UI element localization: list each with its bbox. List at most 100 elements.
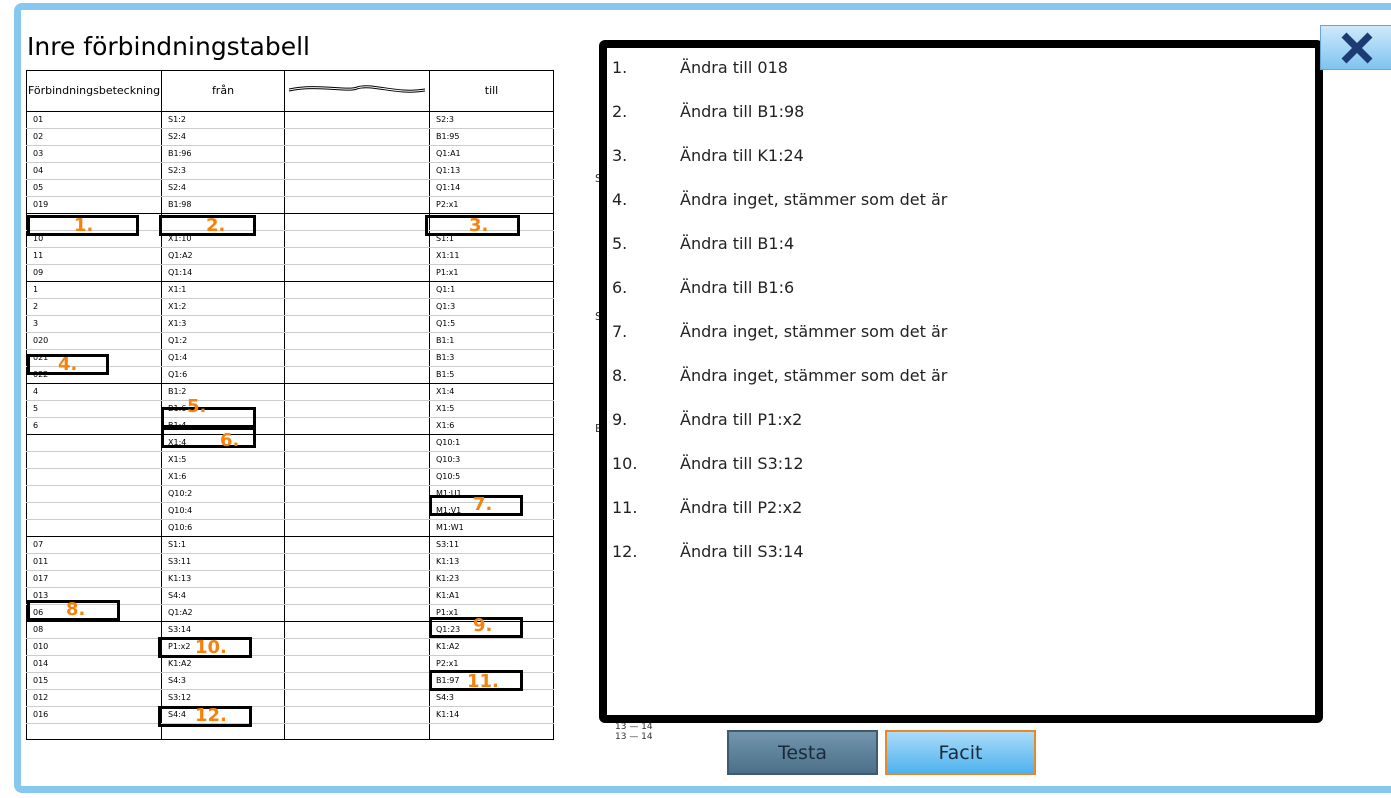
- answer-item: 1. Ändra till 018: [612, 58, 788, 77]
- connection-table-wrap: Förbindningsbeteckning från till 01 S1:2 S…: [26, 70, 554, 741]
- designation-cell: 016: [26, 706, 162, 724]
- from-cell: X1:1: [161, 281, 285, 299]
- table-row: 020 Q1:2 B1:1: [26, 332, 554, 350]
- close-icon: [1341, 32, 1373, 63]
- to-cell: X1:4: [429, 383, 554, 401]
- wire-cell: [284, 536, 430, 554]
- wire-cell: [284, 638, 430, 656]
- wire-cell: [284, 230, 430, 248]
- answer-text: Ändra till S3:14: [680, 542, 804, 561]
- wire-cell: [284, 111, 430, 129]
- answer-number: 4.: [612, 190, 628, 209]
- designation-cell: 1: [26, 281, 162, 299]
- answer-item: 2. Ändra till B1:98: [612, 102, 804, 121]
- wire-cell: [284, 706, 430, 724]
- connection-table: Förbindningsbeteckning från till 01 S1:2 S…: [26, 70, 554, 741]
- table-row: 2 X1:2 Q1:3: [26, 298, 554, 316]
- from-cell: S4:4: [161, 587, 285, 605]
- close-button[interactable]: [1320, 25, 1391, 70]
- wire-cell: [284, 383, 430, 401]
- table-row: X1:6 Q10:5: [26, 468, 554, 486]
- testa-button[interactable]: Testa: [727, 730, 878, 775]
- highlight-box-5: [161, 407, 256, 428]
- designation-cell: 03: [26, 145, 162, 163]
- answer-item: 4. Ändra inget, stämmer som det är: [612, 190, 947, 209]
- wire-cell: [284, 621, 430, 639]
- wire-cell: [284, 485, 430, 503]
- contact-symbol: 13 — 14: [615, 722, 653, 732]
- facit-button[interactable]: Facit: [885, 730, 1036, 775]
- marker-10: 10.: [195, 637, 227, 658]
- wire-cell: [284, 213, 430, 231]
- answer-text: Ändra till B1:4: [680, 234, 795, 253]
- answer-item: 9. Ändra till P1:x2: [612, 410, 802, 429]
- marker-4: 4.: [58, 354, 78, 375]
- from-cell: S1:1: [161, 536, 285, 554]
- answer-item: 10. Ändra till S3:12: [612, 454, 804, 473]
- table-row: [26, 723, 554, 741]
- designation-cell: [26, 485, 162, 503]
- designation-cell: [26, 723, 162, 741]
- to-cell: P1:x1: [429, 264, 554, 282]
- to-cell: S2:3: [429, 111, 554, 129]
- designation-cell: 09: [26, 264, 162, 282]
- answer-text: Ändra till K1:24: [680, 146, 804, 165]
- to-cell: Q1:13: [429, 162, 554, 180]
- table-row: 01 S1:2 S2:3: [26, 111, 554, 129]
- from-cell: Q10:6: [161, 519, 285, 537]
- from-cell: X1:3: [161, 315, 285, 333]
- designation-cell: 4: [26, 383, 162, 401]
- from-cell: S4:3: [161, 672, 285, 690]
- to-cell: P2:x1: [429, 196, 554, 214]
- from-cell: B1:98: [161, 196, 285, 214]
- answer-number: 3.: [612, 146, 628, 165]
- designation-cell: [26, 519, 162, 537]
- designation-cell: 015: [26, 672, 162, 690]
- answer-item: 6. Ändra till B1:6: [612, 278, 794, 297]
- wire-cell: [284, 570, 430, 588]
- marker-2: 2.: [206, 215, 226, 236]
- from-cell: S1:2: [161, 111, 285, 129]
- table-row: 3 X1:3 Q1:5: [26, 315, 554, 333]
- wire-cell: [284, 502, 430, 520]
- from-cell: S2:3: [161, 162, 285, 180]
- from-cell: Q1:4: [161, 349, 285, 367]
- table-row: 5 B1:6 X1:5: [26, 400, 554, 418]
- answer-item: 5. Ändra till B1:4: [612, 234, 794, 253]
- wire-cell: [284, 519, 430, 537]
- table-row: 1 X1:1 Q1:1: [26, 281, 554, 299]
- from-cell: B1:2: [161, 383, 285, 401]
- marker-12: 12.: [195, 705, 227, 726]
- designation-cell: 017: [26, 570, 162, 588]
- designation-cell: 01: [26, 111, 162, 129]
- to-cell: K1:23: [429, 570, 554, 588]
- table-row: X1:5 Q10:3: [26, 451, 554, 469]
- answer-text: Ändra inget, stämmer som det är: [680, 366, 948, 385]
- wire-cell: [284, 145, 430, 163]
- background-contacts: 13 — 14 13 — 14: [615, 722, 653, 742]
- marker-11: 11.: [467, 671, 499, 692]
- header-to: till: [429, 70, 554, 112]
- wire-cell: [284, 366, 430, 384]
- designation-cell: 014: [26, 655, 162, 673]
- from-cell: S3:11: [161, 553, 285, 571]
- wire-cell: [284, 349, 430, 367]
- table-row: 017 K1:13 K1:23: [26, 570, 554, 588]
- from-cell: Q1:A2: [161, 604, 285, 622]
- from-cell: X1:5: [161, 451, 285, 469]
- answer-item: 3. Ändra till K1:24: [612, 146, 804, 165]
- wire-cell: [284, 553, 430, 571]
- answer-item: 7. Ändra inget, stämmer som det är: [612, 322, 947, 341]
- wire-cell: [284, 417, 430, 435]
- to-cell: K1:A2: [429, 638, 554, 656]
- table-row: 09 Q1:14 P1:x1: [26, 264, 554, 282]
- table-row: 016 S4:4 K1:14: [26, 706, 554, 724]
- answer-number: 7.: [612, 322, 628, 341]
- table-row: 010 P1:x2 K1:A2: [26, 638, 554, 656]
- highlight-box-6: [161, 427, 256, 448]
- header-from: från: [161, 70, 285, 112]
- designation-cell: [26, 502, 162, 520]
- from-cell: Q1:14: [161, 264, 285, 282]
- to-cell: Q1:A1: [429, 145, 554, 163]
- to-cell: Q1:14: [429, 179, 554, 197]
